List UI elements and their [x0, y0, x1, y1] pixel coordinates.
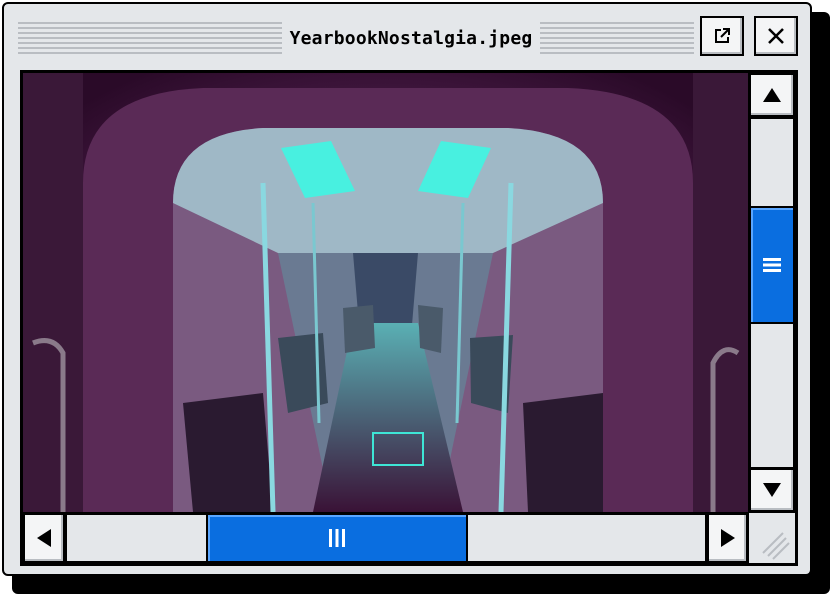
arrow-right-icon	[720, 529, 735, 547]
viewer-content	[20, 70, 798, 566]
arrow-left-icon	[37, 529, 51, 547]
resize-grip[interactable]	[749, 513, 795, 563]
close-icon	[768, 28, 784, 44]
horizontal-scroll-thumb[interactable]	[206, 513, 468, 563]
scroll-down-button[interactable]	[749, 468, 795, 512]
popout-icon	[715, 28, 730, 43]
close-button[interactable]	[754, 16, 798, 56]
scroll-left-button[interactable]	[23, 513, 65, 563]
scroll-up-button[interactable]	[749, 73, 795, 117]
vertical-scrollbar[interactable]	[749, 73, 795, 512]
subway-car-interior-image	[23, 73, 748, 512]
horizontal-scrollbar[interactable]	[23, 513, 748, 563]
image-canvas[interactable]	[23, 73, 748, 512]
window-title: YearbookNostalgia.jpeg	[289, 27, 533, 49]
arrow-down-icon	[763, 483, 781, 497]
title-bar[interactable]: YearbookNostalgia.jpeg	[18, 14, 800, 62]
arrow-up-icon	[763, 88, 781, 102]
scroll-right-button[interactable]	[707, 513, 748, 563]
grip-lines-icon	[763, 258, 781, 272]
resize-grip-icon	[762, 532, 790, 560]
vertical-scroll-thumb[interactable]	[749, 206, 795, 324]
grip-lines-vertical-icon	[329, 529, 345, 547]
image-viewer-window: YearbookNostalgia.jpeg	[2, 2, 812, 576]
title-bar-grip-right	[540, 22, 694, 54]
popout-button[interactable]	[700, 16, 744, 56]
title-bar-grip-left	[18, 22, 282, 54]
